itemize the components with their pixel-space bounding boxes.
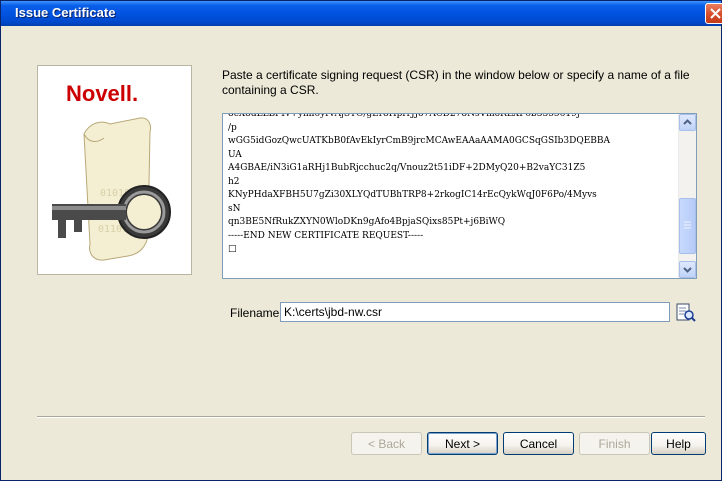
scroll-down-button[interactable] [679,261,696,278]
filename-label: Filename: [230,306,283,320]
csr-line: □ [228,244,237,254]
novell-logo-panel: Novell. 0101010 0110101 [37,65,192,275]
certificate-key-icon: 0101010 0110101 [52,117,171,261]
finish-button[interactable]: Finish [579,432,650,455]
novell-logo: Novell. [66,81,139,106]
scroll-thumb[interactable] [679,198,696,254]
instructions-text: Paste a certificate signing request (CSR… [222,68,690,97]
browse-file-icon [676,303,696,322]
dialog-title: Issue Certificate [15,5,116,20]
csr-line: A4GBAE/iN3iG1aRHj1BubRjcchuc2q/Vnouz2t51… [228,163,586,173]
csr-line: KNyPHdaXFBH5U7gZi30XLYQdTUBhTRP8+2rkogIC… [228,190,597,200]
chevron-down-icon [683,267,692,273]
csr-line: qn3BE5NfRukZXYN0WloDKn9gAfo4BpjaSQixs85P… [228,217,506,227]
back-button[interactable]: < Back [351,432,422,455]
grip-icon [684,221,691,229]
csr-line: h2 [228,176,240,187]
csr-line: 8cX8dLLBr4v+ymi6yrvAjSYO/gEr8HprrJJo7ACD… [228,113,580,119]
close-icon [710,8,721,19]
cancel-button[interactable]: Cancel [503,432,574,455]
csr-line: -----END NEW CERTIFICATE REQUEST----- [228,230,424,241]
close-button[interactable] [705,3,722,24]
csr-line: sN [228,203,241,214]
csr-line: /p [228,122,237,133]
csr-content[interactable]: 8cX8dLLBr4v+ymi6yrvAjSYO/gEr8HprrJJo7ACD… [228,113,633,257]
scroll-up-button[interactable] [679,114,696,131]
browse-file-button[interactable] [675,302,697,324]
issue-certificate-dialog: Issue Certificate Novell. 0101010 011010… [0,0,722,481]
title-bar[interactable]: Issue Certificate [1,1,722,26]
separator-line [37,416,705,418]
help-button[interactable]: Help [651,432,706,455]
csr-line: UA [228,149,242,160]
vertical-scrollbar[interactable] [678,114,696,278]
csr-text-area[interactable]: 8cX8dLLBr4v+ymi6yrvAjSYO/gEr8HprrJJo7ACD… [222,113,697,279]
next-button[interactable]: Next > [427,432,498,455]
filename-input[interactable] [280,302,670,322]
csr-line: wGG5idGozQwcUATKbB0fAvEkIyrCmB9jrcMCAwEA… [228,136,611,146]
chevron-up-icon [683,119,692,125]
dialog-body: Novell. 0101010 0110101 Paste a certific… [1,26,721,480]
